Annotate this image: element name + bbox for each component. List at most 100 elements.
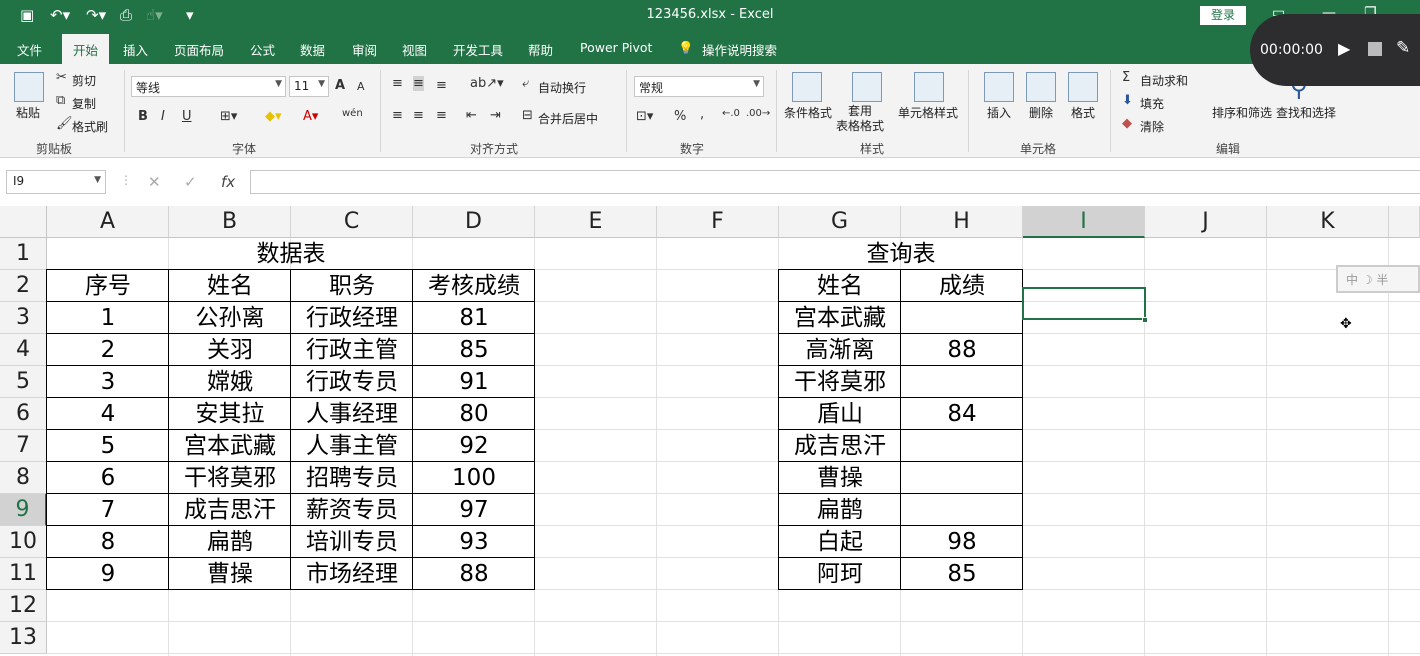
table-cell[interactable]: 6 <box>47 462 169 494</box>
borders-icon[interactable]: ⊞▾ <box>220 109 237 124</box>
align-right-icon[interactable]: ≡ <box>436 108 447 123</box>
table-cell[interactable] <box>901 494 1023 526</box>
row-header-3[interactable]: 3 <box>0 302 47 334</box>
orientation-icon[interactable]: ab↗▾ <box>470 76 504 91</box>
table-cell[interactable]: 2 <box>47 334 169 366</box>
table-cell[interactable]: 100 <box>413 462 535 494</box>
fill-button[interactable]: 填充 <box>1140 95 1164 112</box>
table-cell[interactable]: 安其拉 <box>169 398 291 430</box>
font-color-icon[interactable]: A▾ <box>303 109 318 124</box>
table-cell[interactable]: 80 <box>413 398 535 430</box>
column-header-g[interactable]: G <box>779 206 901 238</box>
conditional-format-icon[interactable] <box>792 72 822 102</box>
fill-icon[interactable]: ⬇ <box>1122 93 1133 108</box>
decrease-decimal-icon[interactable]: .00→ <box>746 108 770 119</box>
query-table-header[interactable]: 姓名 <box>779 270 901 302</box>
table-cell[interactable]: 行政专员 <box>291 366 413 398</box>
table-format-icon[interactable] <box>852 72 882 102</box>
ime-toolbar[interactable]: 中 ☽ 半 <box>1336 265 1420 293</box>
column-header-a[interactable]: A <box>47 206 169 238</box>
fill-handle[interactable] <box>1142 317 1148 323</box>
autosum-button[interactable]: 自动求和 <box>1140 72 1188 89</box>
play-icon[interactable]: ▶ <box>1338 39 1350 58</box>
table-cell[interactable]: 5 <box>47 430 169 462</box>
row-header-7[interactable]: 7 <box>0 430 47 462</box>
table-cell[interactable]: 市场经理 <box>291 558 413 590</box>
table-cell[interactable]: 薪资专员 <box>291 494 413 526</box>
function-icon[interactable]: fx <box>221 173 235 191</box>
column-header-b[interactable]: B <box>169 206 291 238</box>
tab-file[interactable]: 文件 <box>17 40 42 59</box>
table-cell[interactable]: 4 <box>47 398 169 430</box>
increase-decimal-icon[interactable]: ←.0 <box>722 108 740 119</box>
wrap-text-button[interactable]: 自动换行 <box>538 79 586 96</box>
tab-review[interactable]: 审阅 <box>352 40 377 59</box>
table-cell[interactable] <box>901 430 1023 462</box>
italic-button[interactable]: I <box>161 109 165 124</box>
select-all-corner[interactable] <box>0 206 47 238</box>
table-cell[interactable]: 曹操 <box>779 462 901 494</box>
delete-cells-icon[interactable] <box>1026 72 1056 102</box>
formula-input[interactable] <box>250 170 1420 194</box>
merge-icon[interactable]: ⊟ <box>522 108 533 123</box>
table-cell[interactable]: 84 <box>901 398 1023 430</box>
paste-button[interactable]: 粘贴 <box>16 104 40 121</box>
table-format-button[interactable]: 套用 表格格式 <box>836 104 884 134</box>
column-header-i[interactable]: I <box>1023 206 1145 238</box>
stop-icon[interactable] <box>1368 42 1382 56</box>
table-cell[interactable]: 招聘专员 <box>291 462 413 494</box>
table-cell[interactable]: 92 <box>413 430 535 462</box>
tab-help[interactable]: 帮助 <box>528 40 553 59</box>
column-header-k[interactable]: K <box>1267 206 1389 238</box>
query-table-header[interactable]: 成绩 <box>901 270 1023 302</box>
row-header-12[interactable]: 12 <box>0 590 47 622</box>
eraser-icon[interactable]: ◆ <box>1122 116 1132 131</box>
table-cell[interactable] <box>901 302 1023 334</box>
tab-view[interactable]: 视图 <box>402 40 427 59</box>
align-middle-icon[interactable]: ≡ <box>413 76 424 91</box>
column-header-c[interactable]: C <box>291 206 413 238</box>
table-cell[interactable]: 3 <box>47 366 169 398</box>
row-header-9[interactable]: 9 <box>0 494 47 526</box>
tab-formulas[interactable]: 公式 <box>250 40 275 59</box>
find-select-button[interactable]: 查找和选择 <box>1276 104 1336 121</box>
table-cell[interactable]: 高渐离 <box>779 334 901 366</box>
clear-button[interactable]: 清除 <box>1140 118 1164 135</box>
delete-cells-button[interactable]: 删除 <box>1029 104 1053 121</box>
table-cell[interactable]: 88 <box>413 558 535 590</box>
table-cell[interactable]: 嫦娥 <box>169 366 291 398</box>
format-painter-icon[interactable]: 🖌 <box>56 116 73 131</box>
row-header-8[interactable]: 8 <box>0 462 47 494</box>
insert-cells-button[interactable]: 插入 <box>987 104 1011 121</box>
row-header-10[interactable]: 10 <box>0 526 47 558</box>
table-cell[interactable]: 阿珂 <box>779 558 901 590</box>
autosum-icon[interactable]: Σ <box>1122 70 1130 85</box>
table-cell[interactable]: 85 <box>901 558 1023 590</box>
tell-me-search[interactable]: 操作说明搜索 <box>702 40 777 59</box>
table-cell[interactable]: 宫本武藏 <box>779 302 901 334</box>
cut-icon[interactable]: ✂ <box>56 70 67 85</box>
table-cell[interactable]: 扁鹊 <box>169 526 291 558</box>
percent-button[interactable]: % <box>674 109 686 124</box>
table-cell[interactable]: 白起 <box>779 526 901 558</box>
table-cell[interactable]: 人事主管 <box>291 430 413 462</box>
sort-filter-button[interactable]: 排序和筛选 <box>1212 104 1272 121</box>
table-cell[interactable]: 宫本武藏 <box>169 430 291 462</box>
cell-styles-icon[interactable] <box>914 72 944 102</box>
tab-developer[interactable]: 开发工具 <box>453 40 503 59</box>
table-cell[interactable]: 9 <box>47 558 169 590</box>
paste-icon[interactable] <box>14 72 44 102</box>
insert-cells-icon[interactable] <box>984 72 1014 102</box>
table-cell[interactable]: 7 <box>47 494 169 526</box>
table-cell[interactable]: 成吉思汗 <box>169 494 291 526</box>
merge-center-button[interactable]: 合并后居中 <box>538 110 598 127</box>
table-cell[interactable]: 91 <box>413 366 535 398</box>
font-name-select[interactable]: 等线 ▼ <box>131 76 286 97</box>
table-cell[interactable]: 81 <box>413 302 535 334</box>
data-table-header[interactable]: 职务 <box>291 270 413 302</box>
table-cell[interactable]: 扁鹊 <box>779 494 901 526</box>
row-header-1[interactable]: 1 <box>0 238 47 270</box>
table-cell[interactable]: 97 <box>413 494 535 526</box>
table-cell[interactable]: 盾山 <box>779 398 901 430</box>
pen-icon[interactable]: ✎ <box>1396 38 1410 58</box>
